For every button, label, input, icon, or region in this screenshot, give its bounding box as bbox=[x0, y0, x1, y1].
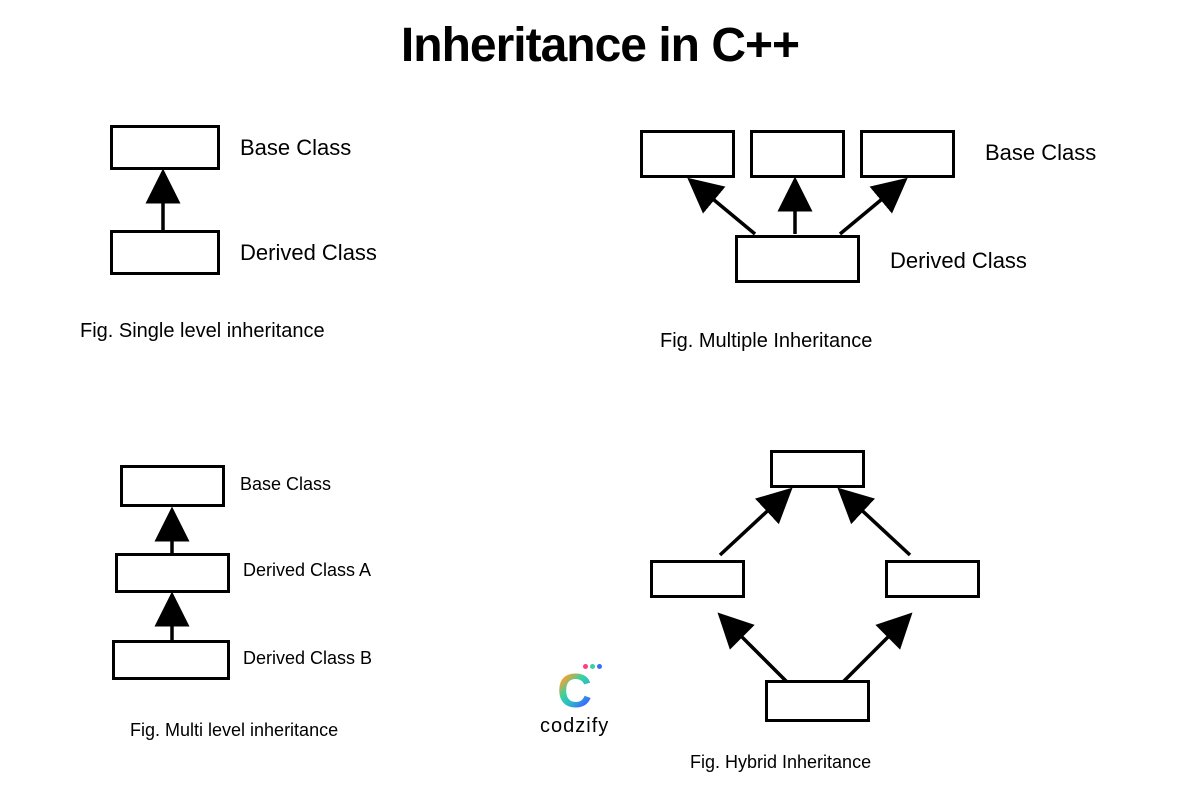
multi-caption: Fig. Multi level inheritance bbox=[130, 720, 338, 741]
multiple-base-box-1 bbox=[640, 130, 735, 178]
multiple-derived-label: Derived Class bbox=[890, 248, 1027, 274]
single-derived-label: Derived Class bbox=[240, 240, 377, 266]
brand-logo-mark: C bbox=[557, 670, 592, 713]
brand-logo: C codzify bbox=[540, 670, 609, 738]
hybrid-top-box bbox=[770, 450, 865, 488]
multiple-derived-box bbox=[735, 235, 860, 283]
single-derived-box bbox=[110, 230, 220, 275]
multi-derived-a-label: Derived Class A bbox=[243, 560, 371, 581]
single-base-box bbox=[110, 125, 220, 170]
multiple-caption: Fig. Multiple Inheritance bbox=[660, 330, 872, 353]
hybrid-right-box bbox=[885, 560, 980, 598]
single-caption: Fig. Single level inheritance bbox=[80, 320, 325, 343]
multiple-base-label: Base Class bbox=[985, 140, 1096, 166]
single-base-label: Base Class bbox=[240, 135, 351, 161]
multi-base-box bbox=[120, 465, 225, 507]
multi-base-label: Base Class bbox=[240, 474, 331, 495]
page-title: Inheritance in C++ bbox=[0, 18, 1200, 73]
multi-derived-b-box bbox=[112, 640, 230, 680]
hybrid-left-box bbox=[650, 560, 745, 598]
hybrid-caption: Fig. Hybrid Inheritance bbox=[690, 752, 871, 773]
hybrid-bottom-box bbox=[765, 680, 870, 722]
multiple-base-box-2 bbox=[750, 130, 845, 178]
brand-name: codzify bbox=[540, 715, 609, 738]
brand-logo-dots-icon bbox=[583, 664, 602, 669]
multiple-base-box-3 bbox=[860, 130, 955, 178]
multi-derived-a-box bbox=[115, 553, 230, 593]
multi-derived-b-label: Derived Class B bbox=[243, 648, 372, 669]
